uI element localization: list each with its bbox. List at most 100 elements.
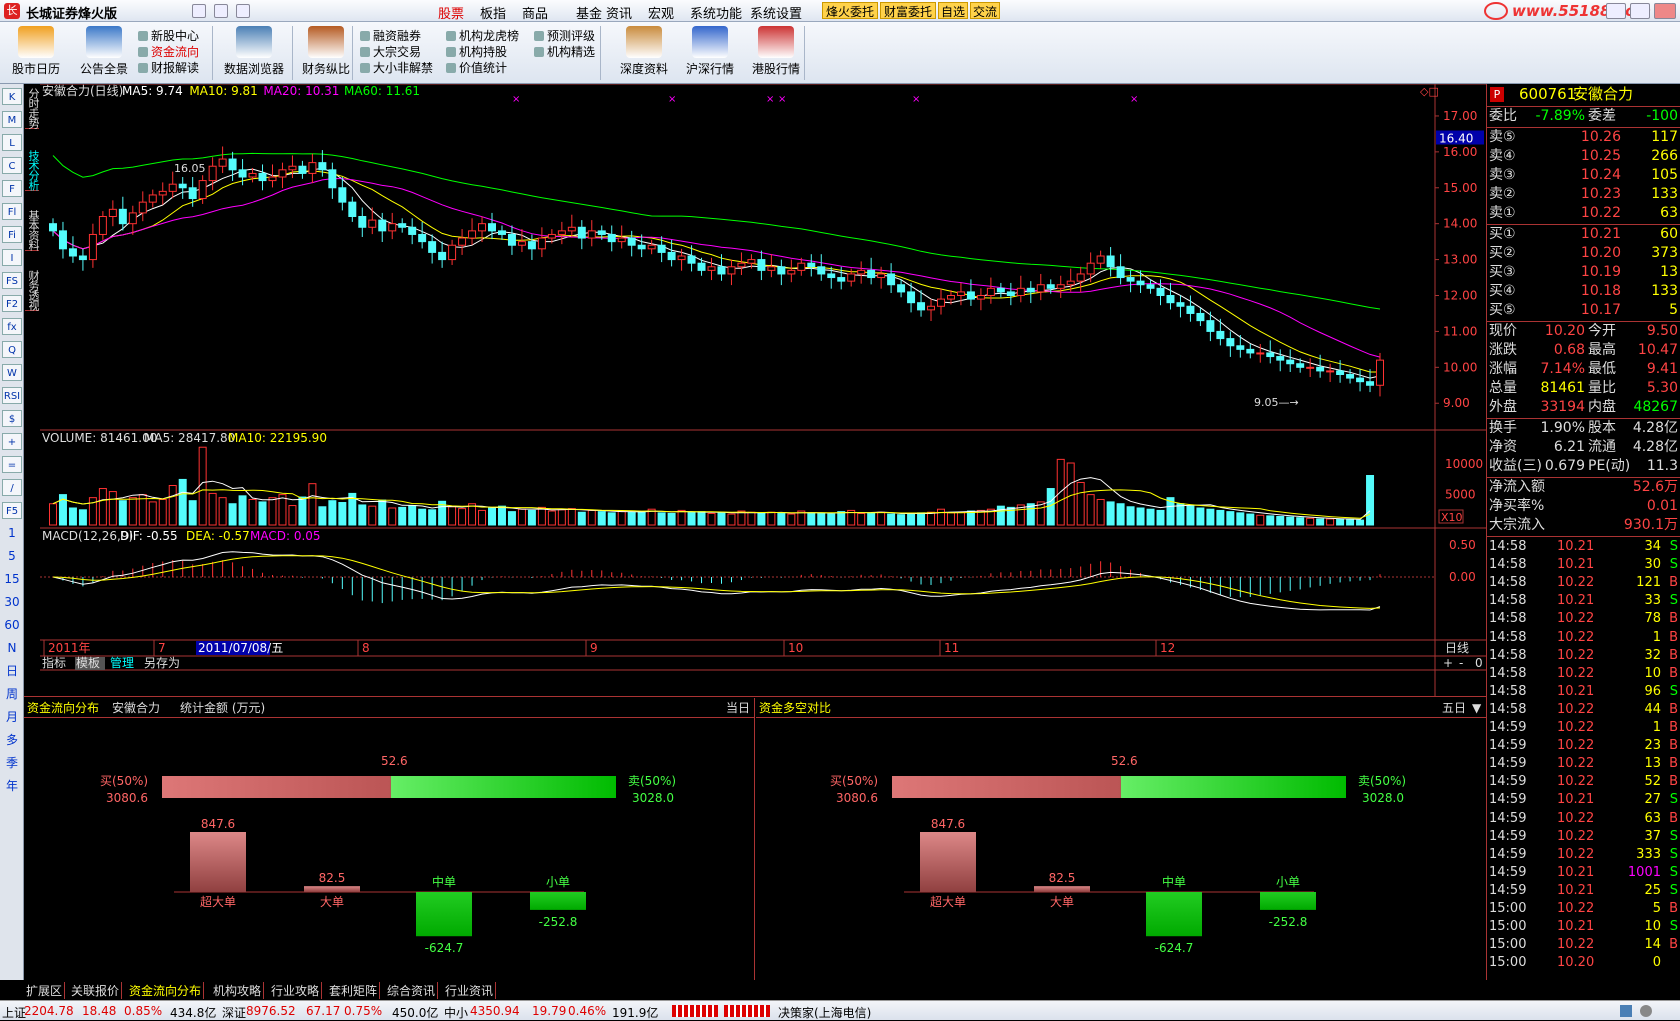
bottom-tab-1[interactable]: 关联报价 (71, 982, 123, 999)
left-tool-27-icon[interactable]: 月 (2, 709, 22, 726)
small3-item-2[interactable]: 价值统计 (446, 60, 507, 76)
quick-button-1[interactable]: 财富委托 (880, 2, 936, 19)
bottom-tab-2[interactable]: 资金流向分布 (129, 982, 205, 999)
left-tool-12-icon[interactable]: W (2, 364, 22, 381)
zoom-control-1[interactable]: - (1459, 656, 1463, 670)
shsz-button[interactable]: 沪深行情 (680, 24, 740, 82)
notice-button[interactable]: 公告全景 (74, 24, 134, 82)
left-tool-15-icon[interactable]: + (2, 433, 22, 450)
small1-item-0[interactable]: 新股中心 (138, 28, 199, 44)
databrowser-button[interactable]: 数据浏览器 (220, 24, 288, 82)
left-tool-2-icon[interactable]: L (2, 134, 22, 151)
bottom-tab-5[interactable]: 套利矩阵 (329, 982, 381, 999)
left-tool-13-icon[interactable]: RSI (2, 387, 22, 404)
bottom-tab-0[interactable]: 扩展区 (26, 982, 66, 999)
left-tool-10-icon[interactable]: fx (2, 318, 22, 335)
menu-7[interactable]: 系统设置 (750, 3, 802, 22)
left-tool-4-icon[interactable]: F (2, 180, 22, 197)
home-icon[interactable] (192, 4, 206, 18)
menu-6[interactable]: 系统功能 (690, 3, 742, 22)
left-tool-17-icon[interactable]: / (2, 479, 22, 496)
small2-item-2[interactable]: 大小非解禁 (360, 60, 433, 76)
side-tab-1[interactable]: 技术分析 (25, 150, 40, 191)
menu-3[interactable]: 基金 (576, 3, 602, 22)
left-tool-25-icon[interactable]: 日 (2, 663, 22, 680)
small1-item-1[interactable]: 资金流向 (138, 44, 199, 60)
today-label[interactable]: 当日 (726, 698, 750, 718)
maximize-button[interactable] (1630, 3, 1650, 19)
chart-tab-0[interactable]: 指标 (42, 655, 66, 670)
small3-item-0[interactable]: 机构龙虎榜 (446, 28, 519, 44)
left-tool-14-icon[interactable]: $ (2, 410, 22, 427)
left-tool-29-icon[interactable]: 季 (2, 755, 22, 772)
small4-item-1[interactable]: 机构精选 (534, 44, 595, 60)
candle (1096, 255, 1105, 264)
forward-icon[interactable] (236, 4, 250, 18)
chart-tab-3[interactable]: 另存为 (144, 656, 180, 670)
left-tool-6-icon[interactable]: Fi (2, 226, 22, 243)
bottom-tab-7[interactable]: 行业资讯 (445, 982, 497, 999)
kline-chart[interactable]: 安徽合力(日线)MA5: 9.74 MA10: 9.81 MA20: 10.31 MA… (40, 83, 1486, 696)
left-tool-18-icon[interactable]: F5 (2, 502, 22, 519)
minimize-button[interactable] (1606, 3, 1626, 19)
back-icon[interactable] (214, 4, 228, 18)
side-tab-3[interactable]: 财务透视 (25, 270, 40, 311)
bottom-tab-3[interactable]: 机构攻略 (213, 982, 265, 999)
quick-button-2[interactable]: 自选 (938, 2, 968, 19)
small3-item-1[interactable]: 机构持股 (446, 44, 507, 60)
menu-0[interactable]: 股票 (438, 3, 465, 24)
side-tab-0[interactable]: 分时走势 (25, 88, 40, 129)
five-day-select[interactable]: 五日 (1442, 698, 1466, 718)
finance-button[interactable]: 财务纵比 (296, 24, 356, 82)
zoom-control-2[interactable]: 0 (1475, 656, 1483, 670)
small1-item-2[interactable]: 财报解读 (138, 60, 199, 76)
left-tool-23-icon[interactable]: 60 (2, 617, 22, 634)
menu-1[interactable]: 板指 (480, 3, 506, 22)
flow-row-value: 0.01 (1646, 498, 1678, 514)
candle (1296, 363, 1305, 368)
main-chart-area[interactable]: 安徽合力(日线) MA5: 9.74 MA10: 9.81 MA20: 10.31 MA… (40, 83, 1486, 696)
zoom-control-0[interactable]: + (1443, 656, 1453, 670)
settings-icon[interactable] (1640, 1005, 1652, 1017)
small2-item-1[interactable]: 大宗交易 (360, 44, 421, 60)
left-tool-8-icon[interactable]: FS (2, 272, 22, 289)
close-button[interactable] (1654, 3, 1676, 19)
chart-tab-2[interactable]: 管理 (110, 655, 134, 670)
left-tool-26-icon[interactable]: 周 (2, 686, 22, 703)
chart-tab-1[interactable]: 模板 (76, 656, 100, 670)
left-tool-5-icon[interactable]: Fl (2, 203, 22, 220)
left-tool-24-icon[interactable]: N (2, 640, 22, 657)
bottom-tab-4[interactable]: 行业攻略 (271, 982, 323, 999)
chart-option-icon[interactable]: ◇□ (1420, 85, 1439, 98)
left-tool-1-icon[interactable]: M (2, 111, 22, 128)
hk-button[interactable]: 港股行情 (746, 24, 806, 82)
left-tool-11-icon[interactable]: Q (2, 341, 22, 358)
left-tool-22-icon[interactable]: 30 (2, 594, 22, 611)
calendar-button[interactable]: 股市日历 (6, 24, 66, 82)
bid-row-value: 10.20 (1580, 245, 1621, 261)
small4-item-0[interactable]: 预测评级 (534, 28, 595, 44)
left-tool-21-icon[interactable]: 15 (2, 571, 22, 588)
period-label[interactable]: 日线 (1445, 641, 1469, 655)
dropdown-arrow-icon[interactable]: ▼ (1472, 698, 1481, 718)
quick-button-0[interactable]: 烽火委托 (822, 2, 878, 19)
left-tool-28-icon[interactable]: 多 (2, 732, 22, 749)
deep-button[interactable]: 深度资料 (616, 24, 672, 82)
left-tool-9-icon[interactable]: F2 (2, 295, 22, 312)
menu-4[interactable]: 资讯 (606, 3, 632, 22)
side-tab-2[interactable]: 基本资料 (25, 210, 40, 251)
left-tool-30-icon[interactable]: 年 (2, 778, 22, 795)
left-tool-16-icon[interactable]: = (2, 456, 22, 473)
menu-2[interactable]: 商品 (522, 3, 548, 22)
left-tool-19-icon[interactable]: 1 (2, 525, 22, 542)
left-tool-0-icon[interactable]: K (2, 88, 22, 105)
menu-5[interactable]: 宏观 (648, 3, 674, 22)
small2-item-0[interactable]: 融资融券 (360, 28, 421, 44)
left-tool-7-icon[interactable]: I (2, 249, 22, 266)
bottom-tab-6[interactable]: 综合资讯 (387, 982, 439, 999)
flow-tab[interactable]: 资金流向分布 (27, 698, 99, 718)
left-tool-20-icon[interactable]: 5 (2, 548, 22, 565)
left-tool-3-icon[interactable]: C (2, 157, 22, 174)
quick-button-3[interactable]: 交流 (970, 2, 1000, 19)
candle (1326, 370, 1335, 373)
